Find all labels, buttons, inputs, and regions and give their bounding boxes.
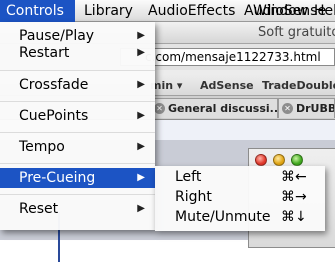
shortcut-cmd-left: ⌘← <box>281 169 307 185</box>
submenu-item-right[interactable]: Right ⌘→ <box>155 188 325 207</box>
triangle-right-icon: ▶ <box>137 203 145 214</box>
tab-label: General discussi... <box>168 102 278 115</box>
tab-label: DrUBB <box>296 102 335 115</box>
close-tab-icon[interactable]: ✕ <box>282 103 293 114</box>
triangle-right-icon: ▶ <box>137 110 145 121</box>
minimize-window-button[interactable] <box>273 154 285 166</box>
menu-separator <box>0 70 155 71</box>
triangle-right-icon: ▶ <box>137 79 145 90</box>
pre-cueing-submenu: Left ⌘← Right ⌘→ Mute/Unmute ⌘↓ <box>155 166 325 231</box>
menu-item-cuepoints[interactable]: CuePoints ▶ <box>0 106 155 126</box>
menu-item-restart[interactable]: Restart ▶ <box>0 43 155 63</box>
triangle-right-icon: ▶ <box>137 47 145 58</box>
triangle-right-icon: ▶ <box>137 141 145 152</box>
menu-library[interactable]: Library <box>76 0 141 22</box>
bookmark-tradedouble[interactable]: TradeDouble <box>262 79 335 92</box>
menu-separator <box>0 163 155 164</box>
menu-item-reset[interactable]: Reset ▶ <box>0 199 155 219</box>
menu-item-pre-cueing[interactable]: Pre-Cueing ▶ <box>0 168 155 188</box>
zoom-window-button[interactable] <box>291 154 303 166</box>
menu-item-tempo[interactable]: Tempo ▶ <box>0 137 155 157</box>
close-tab-icon[interactable]: ✕ <box>154 103 165 114</box>
menu-bar: Controls Library AudioEffects AudioSense… <box>0 0 335 22</box>
menu-audioeffects[interactable]: AudioEffects <box>140 0 243 22</box>
menu-separator <box>0 132 155 133</box>
browser-window-title: Soft gratuito <box>258 25 335 40</box>
controls-menu: Pause/Play ▶ Restart ▶ Crossfade ▶ CuePo… <box>0 22 155 230</box>
tab-general-discussion[interactable]: ✕ General discussi... <box>150 98 278 118</box>
menu-separator <box>0 101 155 102</box>
close-window-button[interactable] <box>255 154 267 166</box>
shortcut-cmd-down: ⌘↓ <box>281 209 307 225</box>
menu-separator <box>0 194 155 195</box>
triangle-right-icon: ▶ <box>137 172 145 183</box>
submenu-item-mute-unmute[interactable]: Mute/Unmute ⌘↓ <box>155 208 325 227</box>
bookmark-adsense[interactable]: AdSense <box>200 79 254 92</box>
submenu-item-left[interactable]: Left ⌘← <box>155 168 325 187</box>
shortcut-cmd-right: ⌘→ <box>281 189 307 205</box>
menu-item-crossfade[interactable]: Crossfade ▶ <box>0 75 155 95</box>
menu-controls[interactable]: Controls <box>0 0 75 22</box>
menu-help[interactable]: Help <box>306 0 335 22</box>
tab-drubb[interactable]: ✕ DrUBB <box>278 98 335 118</box>
